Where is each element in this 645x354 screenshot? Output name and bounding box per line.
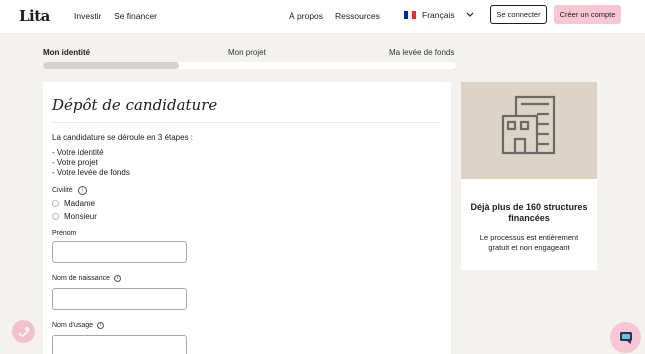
- step-identity: Mon identité: [43, 48, 91, 57]
- radio-label: Monsieur: [64, 212, 97, 221]
- step-fundraising: Ma levée de fonds: [389, 48, 455, 57]
- usage-name-label: Nom d'usage i: [52, 322, 105, 329]
- radio-madame[interactable]: Madame: [52, 199, 95, 208]
- list-item: - Votre projet: [52, 158, 98, 167]
- signup-button[interactable]: Créer un compte: [554, 5, 621, 24]
- building-icon: [501, 95, 556, 155]
- info-icon[interactable]: i: [97, 322, 105, 329]
- civility-label-text: Civilité: [52, 187, 73, 194]
- birth-name-label: Nom de naissance i: [52, 275, 121, 282]
- chat-icon[interactable]: [610, 322, 641, 353]
- info-card: Déjà plus de 160 structures financées Le…: [461, 82, 597, 270]
- list-item: - Votre identité: [52, 148, 104, 157]
- application-form-card: Dépôt de candidature La candidature se d…: [43, 82, 451, 354]
- heart-hand-icon[interactable]: [12, 320, 35, 343]
- language-selector[interactable]: Français: [404, 10, 455, 20]
- illustration-panel: [461, 82, 597, 179]
- usage-name-label-text: Nom d'usage: [52, 322, 94, 329]
- french-flag-icon: [404, 11, 416, 19]
- list-item: - Votre levée de fonds: [52, 168, 130, 177]
- progress-fill: [43, 62, 180, 69]
- birth-name-label-text: Nom de naissance: [52, 275, 110, 282]
- nav-investir[interactable]: Investir: [74, 11, 101, 21]
- first-name-label: Prénom: [52, 230, 77, 237]
- first-name-label-text: Prénom: [52, 230, 77, 237]
- radio-button[interactable]: [52, 213, 59, 220]
- intro-text: La candidature se déroule en 3 étapes :: [52, 133, 193, 142]
- step-project: Mon projet: [228, 48, 266, 57]
- info-icon[interactable]: i: [113, 275, 121, 282]
- radio-label: Madame: [64, 199, 96, 208]
- steps-list: - Votre identité - Votre projet - Votre …: [52, 148, 130, 178]
- side-title: Déjà plus de 160 structures financées: [470, 202, 588, 223]
- page-title: Dépôt de candidature: [52, 96, 218, 114]
- top-header: Lita Investir Se financer À propos Resso…: [0, 0, 645, 34]
- nav-se-financer[interactable]: Se financer: [114, 11, 157, 21]
- progress-bar: [43, 62, 456, 69]
- login-button[interactable]: Se connecter: [490, 5, 547, 24]
- usage-name-field[interactable]: [52, 335, 187, 354]
- nav-ressources[interactable]: Ressources: [335, 11, 380, 21]
- language-label: Français: [422, 10, 455, 20]
- info-icon[interactable]: i: [77, 186, 87, 195]
- civility-label: Civilité i: [52, 186, 87, 195]
- lita-logo[interactable]: Lita: [19, 7, 50, 25]
- divider: [52, 122, 440, 123]
- birth-name-field[interactable]: [52, 288, 187, 310]
- nav-a-propos[interactable]: À propos: [289, 11, 323, 21]
- radio-button[interactable]: [52, 200, 59, 207]
- first-name-field[interactable]: [52, 241, 187, 263]
- chevron-down-icon[interactable]: [466, 10, 474, 20]
- side-text: Le processus est entièrement gratuit et …: [479, 233, 579, 252]
- radio-monsieur[interactable]: Monsieur: [52, 212, 97, 221]
